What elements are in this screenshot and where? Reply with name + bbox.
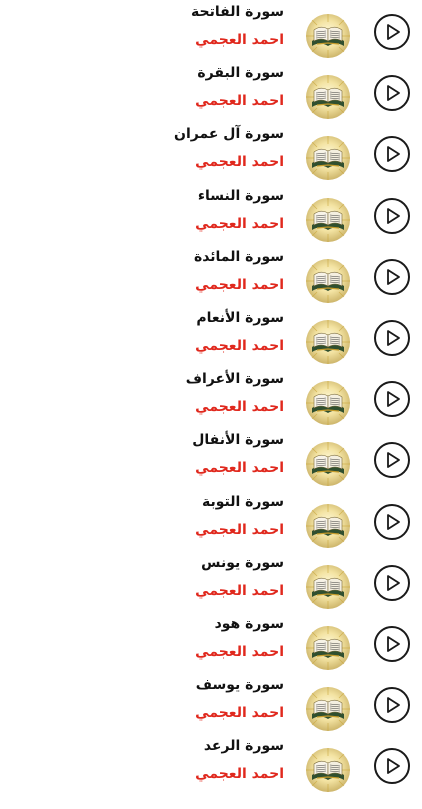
reciter-name: احمد العجمي — [195, 399, 284, 416]
play-button[interactable] — [374, 503, 410, 540]
quran-book-icon — [306, 687, 350, 732]
reciter-name: احمد العجمي — [195, 32, 284, 48]
quran-book-icon — [306, 564, 350, 609]
surah-title: سورة يوسف — [195, 677, 284, 694]
surah-title: سورة آل عمران — [174, 126, 284, 143]
quran-book-icon — [306, 136, 350, 181]
surah-title: سورة التوبة — [201, 493, 284, 510]
surah-title: سورة الأعراف — [185, 371, 284, 388]
play-icon — [387, 574, 400, 591]
play-icon — [387, 697, 400, 714]
play-icon — [387, 207, 400, 224]
reciter-name: احمد العجمي — [195, 93, 284, 110]
play-button[interactable] — [374, 320, 410, 356]
play-button[interactable] — [374, 564, 410, 601]
reciter-name: احمد العجمي — [195, 154, 284, 171]
quran-book-icon — [306, 320, 350, 364]
quran-book-icon — [306, 75, 350, 120]
surah-title: سورة الرعد — [203, 738, 284, 755]
surah-title: سورة هود — [214, 616, 284, 632]
surah-title: سورة الأنعام — [196, 310, 284, 326]
play-icon — [387, 85, 400, 102]
quran-book-icon — [306, 14, 350, 58]
surah-title: سورة النساء — [197, 187, 284, 204]
play-button[interactable] — [374, 687, 410, 724]
play-button[interactable] — [374, 258, 410, 295]
play-button[interactable] — [374, 381, 410, 418]
play-icon — [387, 391, 400, 408]
reciter-name: احمد العجمي — [195, 215, 284, 232]
quran-book-icon — [306, 442, 350, 487]
quran-book-icon — [306, 626, 350, 670]
quran-book-icon — [306, 258, 350, 303]
play-icon — [387, 330, 400, 346]
surah-row[interactable]: سورة يونس احمد العجمي — [0, 555, 422, 626]
play-icon — [387, 452, 400, 469]
play-icon — [387, 513, 400, 530]
play-icon — [387, 758, 400, 775]
reciter-name: احمد العجمي — [195, 582, 284, 599]
surah-row[interactable]: سورة الرعد احمد العجمي — [0, 738, 422, 809]
play-button[interactable] — [374, 197, 410, 234]
play-button[interactable] — [374, 626, 410, 662]
play-button[interactable] — [374, 442, 410, 479]
play-icon — [387, 146, 400, 163]
play-button[interactable] — [374, 136, 410, 173]
play-button[interactable] — [374, 748, 410, 785]
quran-book-icon — [306, 381, 350, 426]
play-button[interactable] — [374, 14, 410, 50]
reciter-name: احمد العجمي — [195, 705, 284, 722]
quran-book-icon — [306, 503, 350, 548]
quran-book-icon — [306, 197, 350, 242]
reciter-name: احمد العجمي — [195, 644, 284, 660]
reciter-name: احمد العجمي — [195, 766, 284, 783]
surah-title: سورة المائدة — [193, 248, 284, 265]
reciter-name: احمد العجمي — [195, 521, 284, 538]
surah-title: سورة الفاتحة — [191, 4, 284, 20]
surah-title: سورة الأنفال — [192, 432, 284, 449]
play-icon — [387, 636, 400, 652]
play-button[interactable] — [374, 75, 410, 112]
play-icon — [387, 24, 400, 40]
reciter-name: احمد العجمي — [195, 460, 284, 477]
surah-title: سورة يونس — [201, 554, 284, 571]
quran-book-icon — [306, 748, 350, 793]
play-icon — [387, 268, 400, 285]
surah-title: سورة البقرة — [197, 65, 284, 82]
reciter-name: احمد العجمي — [195, 338, 284, 354]
surah-list: سورة الفاتحة احمد العجمي سورة البقرة احم… — [0, 0, 422, 793]
reciter-name: احمد العجمي — [195, 276, 284, 293]
